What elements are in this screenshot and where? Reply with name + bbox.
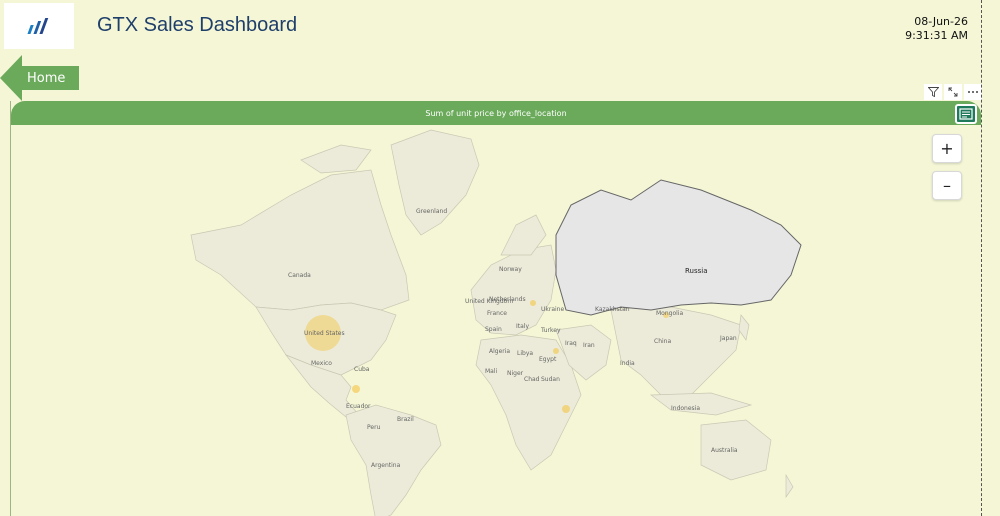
- bubble-africa: [562, 405, 570, 413]
- label-ukraine: Ukraine: [541, 306, 564, 313]
- focus-mode-button[interactable]: [955, 104, 977, 124]
- bubble-mexico: [352, 385, 360, 393]
- label-mongolia: Mongolia: [656, 310, 683, 317]
- label-egypt: Egypt: [539, 356, 557, 363]
- page-title: GTX Sales Dashboard: [97, 14, 298, 36]
- focus-mode-icon: [959, 108, 973, 120]
- label-china: China: [654, 338, 671, 345]
- datetime-display: 08-Jun-26 9:31:31 AM: [905, 15, 968, 43]
- company-logo: [4, 3, 74, 49]
- expand-icon[interactable]: [944, 84, 962, 100]
- world-map[interactable]: Greenland Canada United States Mexico Cu…: [11, 125, 981, 516]
- label-united-states: United States: [304, 330, 345, 337]
- region-europe: [470, 244, 557, 336]
- label-france: France: [487, 310, 507, 317]
- zoom-out-button[interactable]: –: [932, 171, 962, 200]
- label-kazakhstan: Kazakhstan: [595, 306, 630, 313]
- time-text: 9:31:31 AM: [905, 29, 968, 42]
- world-map-svg: Greenland Canada United States Mexico Cu…: [190, 129, 802, 516]
- label-canada: Canada: [288, 272, 311, 279]
- region-indonesia: [649, 392, 753, 416]
- region-greenland: [390, 129, 480, 236]
- visual-header-toolbar: [924, 84, 982, 100]
- label-ecuador: Ecuador: [346, 403, 371, 410]
- label-spain: Spain: [485, 326, 502, 333]
- label-peru: Peru: [367, 424, 381, 431]
- label-algeria: Algeria: [489, 348, 510, 355]
- region-russia: [555, 179, 802, 316]
- label-iraq: Iraq: [565, 340, 577, 347]
- label-sudan: Sudan: [541, 376, 560, 383]
- date-text: 08-Jun-26: [914, 15, 968, 28]
- zoom-in-button[interactable]: +: [932, 134, 962, 163]
- page-boundary-line: [981, 0, 982, 516]
- region-japan: [738, 314, 750, 341]
- label-australia: Australia: [711, 447, 738, 454]
- label-niger: Niger: [507, 370, 524, 377]
- label-mexico: Mexico: [311, 360, 332, 367]
- label-turkey: Turkey: [540, 327, 561, 334]
- label-cuba: Cuba: [354, 366, 370, 373]
- region-new-zealand: [785, 473, 794, 499]
- label-india: India: [620, 360, 635, 367]
- label-indonesia: Indonesia: [671, 405, 700, 412]
- label-argentina: Argentina: [371, 462, 401, 469]
- bubble-egypt: [553, 348, 559, 354]
- label-japan: Japan: [719, 335, 737, 342]
- region-south-america: [345, 404, 442, 516]
- label-italy: Italy: [516, 323, 529, 330]
- label-mali: Mali: [485, 368, 498, 375]
- label-netherlands: Netherlands: [489, 296, 526, 303]
- label-libya: Libya: [517, 350, 533, 357]
- label-norway: Norway: [499, 266, 522, 273]
- visual-header-bar: Sum of unit price by office_location: [11, 101, 981, 125]
- region-arctic-islands: [300, 144, 372, 174]
- label-chad: Chad: [524, 376, 540, 383]
- label-brazil: Brazil: [397, 416, 414, 423]
- bar-chart-logo-icon: [26, 18, 49, 34]
- home-button-label: Home: [27, 71, 66, 86]
- bubble-europe: [530, 300, 536, 306]
- filter-icon[interactable]: [924, 84, 942, 100]
- home-button[interactable]: Home: [0, 55, 80, 101]
- region-asia: [610, 304, 742, 396]
- visual-title: Sum of unit price by office_location: [425, 108, 567, 118]
- label-greenland: Greenland: [416, 208, 447, 215]
- region-canada: [190, 169, 410, 311]
- label-iran: Iran: [583, 342, 595, 349]
- label-russia: Russia: [685, 267, 708, 275]
- more-options-icon[interactable]: [964, 84, 982, 100]
- map-visual: Sum of unit price by office_location Gre…: [10, 101, 981, 516]
